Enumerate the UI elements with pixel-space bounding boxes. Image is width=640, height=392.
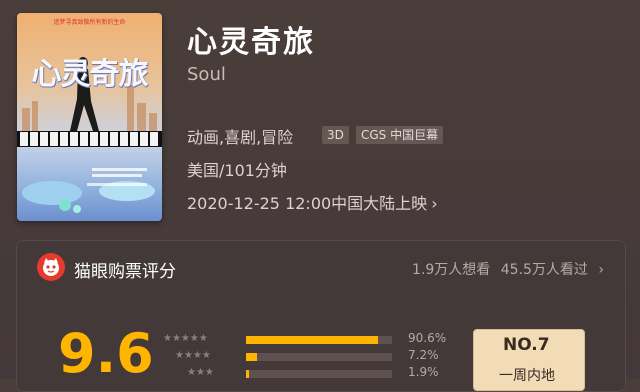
chevron-right-icon: › [431,194,438,213]
rank-number: NO.7 [503,335,550,355]
five-star-icons: ★★★★★ [163,333,208,344]
three-star-icons: ★★★ [187,367,214,378]
poster-art [17,57,162,213]
rating-bar-fill [246,353,257,361]
rating-score: 9.6 [58,322,154,385]
rating-percent-4: 7.2% [408,348,439,362]
poster-title: 心灵奇旅 [31,57,149,92]
four-star-icons: ★★★★ [175,350,211,361]
tag-3d: 3D [322,126,349,144]
rating-bar-5 [246,336,392,344]
poster-tagline: 追梦寻真致敬所有新的生命 [53,19,126,26]
want-watch-count: 1.9万人想看 [412,262,491,278]
rating-bar-fill [246,336,379,344]
rating-bar-fill [246,370,249,378]
rating-card-title: 猫眼购票评分 [74,262,176,282]
audience-stats-link[interactable]: 1.9万人想看 45.5万人看过 › [412,259,604,279]
maoyan-cat-icon [37,253,65,281]
watched-count: 45.5万人看过 [500,262,588,278]
rank-label: 一周内地 [499,368,555,384]
movie-region-runtime: 美国/101分钟 [187,161,287,180]
rating-bar-3 [246,370,392,378]
chevron-right-icon: › [598,262,604,278]
tag-cgs: CGS 中国巨幕 [356,126,444,144]
rating-percent-5: 90.6% [408,331,447,345]
movie-genres: 动画,喜剧,冒险 [187,128,294,147]
rating-percent-3: 1.9% [408,365,439,379]
movie-title: 心灵奇旅 [187,25,315,60]
rating-bar-4 [246,353,392,361]
release-date: 2020-12-25 12:00中国大陆上映 [187,194,428,213]
movie-release-link[interactable]: 2020-12-25 12:00中国大陆上映 › [187,190,438,214]
movie-original-title: Soul [187,64,226,85]
movie-poster[interactable]: 追梦寻真致敬所有新的生命 心灵奇旅 [17,13,162,221]
